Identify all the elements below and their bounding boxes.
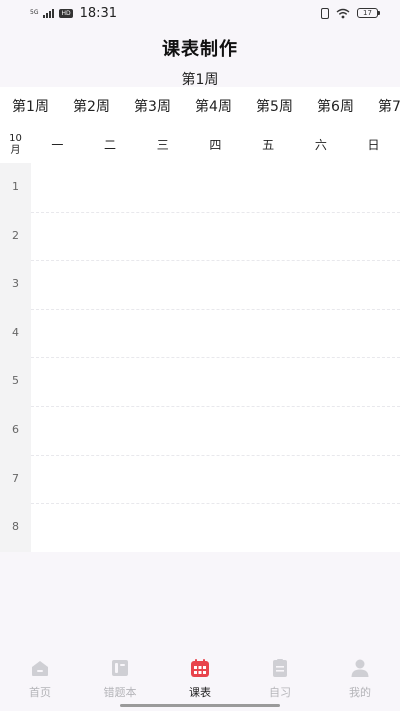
month-number: 10: [9, 133, 22, 144]
vibrate-icon: [321, 7, 329, 19]
profile-icon: [351, 659, 369, 677]
week-tab-3[interactable]: 第3周: [122, 87, 183, 127]
status-left: 5G HD 18:31: [30, 6, 117, 21]
nav-timetable[interactable]: 课表: [160, 648, 240, 711]
week-tab-5[interactable]: 第5周: [244, 87, 305, 127]
week-tab-4[interactable]: 第4周: [183, 87, 244, 127]
page-title: 课表制作: [162, 39, 238, 60]
week-tab-2[interactable]: 第2周: [61, 87, 122, 127]
nav-mistakes-label: 错题本: [103, 686, 137, 699]
period-label: 1: [12, 180, 19, 193]
period-label: 8: [12, 520, 19, 534]
day-header-sun: 日: [367, 138, 380, 152]
signal-icon: [43, 8, 55, 18]
home-indicator[interactable]: [120, 704, 280, 707]
network-type: 5G: [30, 9, 39, 16]
battery-icon: 17: [357, 8, 380, 18]
row-divider: [31, 260, 400, 262]
calendar-icon: [191, 659, 209, 677]
timetable-grid: 10 月 一 二 三 四 五 六 日 1 2 3 4 5 6 7 8: [0, 127, 400, 552]
period-label: 3: [12, 277, 19, 291]
day-header-sat: 六: [314, 138, 327, 152]
day-header-thu: 四: [209, 138, 222, 152]
day-header-fri: 五: [262, 138, 275, 152]
week-tab-6[interactable]: 第6周: [305, 87, 366, 127]
period-column: 1 2 3 4 5 6 7 8: [0, 163, 31, 552]
row-divider: [31, 454, 400, 456]
row-divider: [31, 357, 400, 359]
nav-home[interactable]: 首页: [0, 648, 80, 711]
wifi-icon: [336, 8, 350, 18]
status-time: 18:31: [79, 5, 118, 21]
month-cell: 10 月: [0, 127, 31, 163]
clipboard-icon: [273, 659, 287, 677]
home-icon: [32, 661, 48, 676]
nav-mistakes[interactable]: 错题本: [80, 648, 160, 711]
status-bar: 5G HD 18:31 17: [0, 0, 400, 26]
row-divider: [31, 308, 400, 310]
week-tab-1[interactable]: 第1周: [0, 87, 61, 127]
period-label: 5: [12, 374, 19, 388]
row-divider: [31, 406, 400, 407]
month-unit: 月: [10, 145, 21, 156]
status-right: 17: [321, 7, 380, 19]
nav-self-study[interactable]: 自习: [240, 648, 320, 711]
grid-header: 10 月 一 二 三 四 五 六 日: [0, 127, 400, 163]
period-label: 4: [12, 325, 19, 339]
row-divider: [31, 503, 400, 505]
nav-home-label: 首页: [29, 686, 51, 699]
nav-profile-label: 我的: [349, 686, 371, 699]
week-tab-7[interactable]: 第7周: [366, 87, 400, 127]
day-header-wed: 三: [156, 138, 169, 152]
row-divider: [31, 211, 400, 213]
hd-badge: HD: [59, 8, 73, 18]
period-label: 6: [12, 423, 19, 436]
period-label: 7: [12, 471, 19, 485]
nav-self-study-label: 自习: [269, 686, 291, 699]
period-label: 2: [12, 228, 19, 242]
bottom-nav: 首页 错题本 课表 自习 我的: [0, 648, 400, 711]
current-week-label: 第1周: [181, 72, 219, 88]
day-header-tue: 二: [104, 138, 117, 152]
nav-profile[interactable]: 我的: [320, 648, 400, 711]
nav-timetable-label: 课表: [189, 686, 211, 699]
notebook-icon: [112, 660, 128, 676]
day-header-mon: 一: [51, 138, 64, 152]
week-tabs: 第1周 第2周 第3周 第4周 第5周 第6周 第7周: [0, 87, 400, 127]
